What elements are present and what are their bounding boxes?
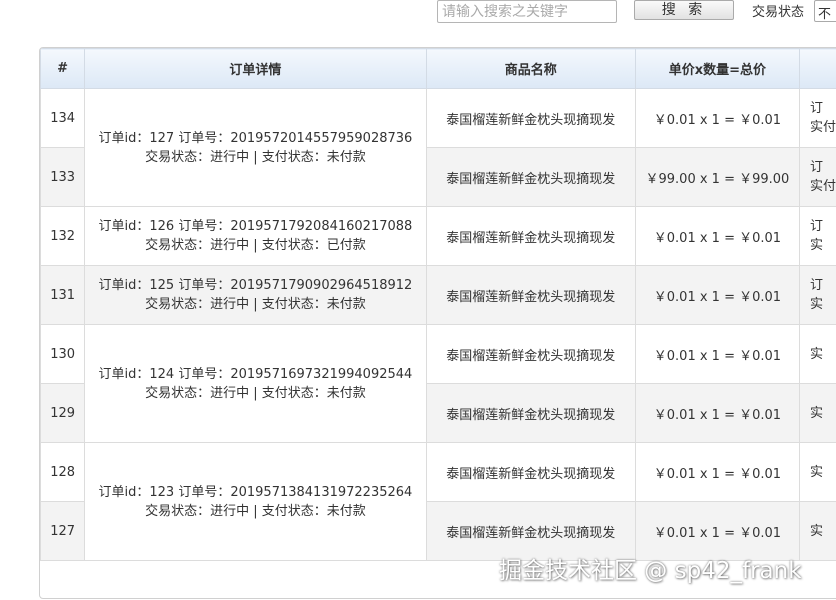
product-name[interactable]: 泰国榴莲新鲜金枕头现摘现发 [425, 265, 636, 325]
search-input[interactable] [437, 0, 617, 23]
order-detail: 订单id：123 订单号：2019571384131972235264 交易状态… [84, 442, 427, 561]
row-extra: 订 实 [798, 206, 836, 266]
product-name[interactable]: 泰国榴莲新鲜金枕头现摘现发 [425, 383, 636, 443]
row-index: 131 [40, 265, 86, 325]
orders-table-container: # 订单详情 商品名称 单价x数量=总价 134 订单id：127 订单号：20… [39, 47, 836, 599]
table-row[interactable]: 130 订单id：124 订单号：2019571697321994092544 … [40, 324, 836, 443]
row-extra-line-1: 订 [809, 219, 823, 234]
order-detail-line-1: 订单id：124 订单号：2019571697321994092544 [98, 366, 413, 382]
price-total: ￥0.01 x 1 = ￥0.01 [634, 88, 800, 148]
order-detail-line-2: 交易状态：进行中 | 支付状态：已付款 [145, 238, 366, 253]
row-index: 130 [40, 324, 86, 384]
row-extra: 订 实付 [798, 88, 836, 148]
row-index: 134 [40, 88, 86, 148]
trade-status-label: 交易状态 [752, 5, 805, 20]
product-name[interactable]: 泰国榴莲新鲜金枕头现摘现发 [425, 147, 636, 207]
row-extra: 订 实付 [798, 147, 836, 207]
order-detail-line-1: 订单id：127 订单号：2019572014557959028736 [98, 130, 413, 146]
table-header-row: # 订单详情 商品名称 单价x数量=总价 [40, 48, 836, 89]
row-extra-line-2: 实付 [809, 179, 836, 194]
order-detail-line-2: 交易状态：进行中 | 支付状态：未付款 [145, 149, 366, 165]
row-index: 132 [40, 206, 86, 266]
price-total: ￥99.00 x 1 = ￥99.00 [634, 147, 800, 207]
trade-status-select[interactable]: 不 [814, 0, 836, 22]
row-index: 133 [40, 147, 86, 207]
table-row[interactable]: 134 订单id：127 订单号：2019572014557959028736 … [40, 88, 836, 207]
row-extra: 实 [798, 383, 836, 443]
row-extra: 实 [798, 442, 836, 502]
row-extra: 订 实 [798, 265, 836, 325]
price-total: ￥0.01 x 1 = ￥0.01 [634, 501, 800, 561]
row-index: 127 [40, 501, 86, 561]
order-detail: 订单id：126 订单号：2019571792084160217088 交易状态… [84, 206, 427, 266]
row-extra-line-2: 实 [809, 346, 823, 362]
row-extra-line-2: 实 [809, 464, 823, 480]
order-detail-line-1: 订单id：125 订单号：2019571790902964518912 [98, 278, 413, 293]
product-name[interactable]: 泰国榴莲新鲜金枕头现摘现发 [425, 501, 636, 561]
product-name[interactable]: 泰国榴莲新鲜金枕头现摘现发 [425, 88, 636, 148]
table-row[interactable]: 128 订单id：123 订单号：2019571384131972235264 … [40, 442, 836, 561]
row-extra-line-2: 实 [809, 405, 823, 421]
price-total: ￥0.01 x 1 = ￥0.01 [634, 206, 800, 266]
orders-table: # 订单详情 商品名称 单价x数量=总价 134 订单id：127 订单号：20… [40, 48, 836, 561]
row-extra-line-2: 实付 [809, 120, 836, 135]
row-extra-line-2: 实 [809, 297, 823, 312]
product-name[interactable]: 泰国榴莲新鲜金枕头现摘现发 [425, 324, 636, 384]
table-row[interactable]: 131 订单id：125 订单号：2019571790902964518912 … [40, 265, 836, 325]
table-row[interactable]: 132 订单id：126 订单号：2019571792084160217088 … [40, 206, 836, 266]
order-detail: 订单id：124 订单号：2019571697321994092544 交易状态… [84, 324, 427, 443]
search-button[interactable]: 搜 索 [634, 0, 734, 20]
order-detail: 订单id：127 订单号：2019572014557959028736 交易状态… [84, 88, 427, 207]
order-detail-line-2: 交易状态：进行中 | 支付状态：未付款 [145, 385, 366, 401]
row-index: 129 [40, 383, 86, 443]
column-header-extra[interactable] [798, 48, 836, 89]
order-detail-line-1: 订单id：123 订单号：2019571384131972235264 [98, 484, 413, 500]
price-total: ￥0.01 x 1 = ￥0.01 [634, 442, 800, 502]
toolbar: 搜 索 交易状态 不 [0, 0, 836, 30]
row-extra-line-1: 订 [809, 278, 823, 293]
column-header-index[interactable]: # [40, 48, 86, 89]
row-index: 128 [40, 442, 86, 502]
column-header-product-name[interactable]: 商品名称 [425, 48, 636, 89]
order-detail-line-2: 交易状态：进行中 | 支付状态：未付款 [145, 503, 366, 519]
price-total: ￥0.01 x 1 = ￥0.01 [634, 265, 800, 325]
row-extra-line-2: 实 [809, 238, 823, 253]
column-header-order-detail[interactable]: 订单详情 [84, 48, 427, 89]
column-header-price[interactable]: 单价x数量=总价 [634, 48, 800, 89]
row-extra-line-1: 订 [809, 160, 823, 175]
order-detail-line-2: 交易状态：进行中 | 支付状态：未付款 [145, 297, 366, 312]
product-name[interactable]: 泰国榴莲新鲜金枕头现摘现发 [425, 206, 636, 266]
row-extra-line-2: 实 [809, 523, 823, 539]
product-name[interactable]: 泰国榴莲新鲜金枕头现摘现发 [425, 442, 636, 502]
row-extra-line-1: 订 [809, 101, 823, 116]
price-total: ￥0.01 x 1 = ￥0.01 [634, 383, 800, 443]
row-extra: 实 [798, 501, 836, 561]
order-detail: 订单id：125 订单号：2019571790902964518912 交易状态… [84, 265, 427, 325]
order-detail-line-1: 订单id：126 订单号：2019571792084160217088 [98, 219, 413, 234]
price-total: ￥0.01 x 1 = ￥0.01 [634, 324, 800, 384]
row-extra: 实 [798, 324, 836, 384]
